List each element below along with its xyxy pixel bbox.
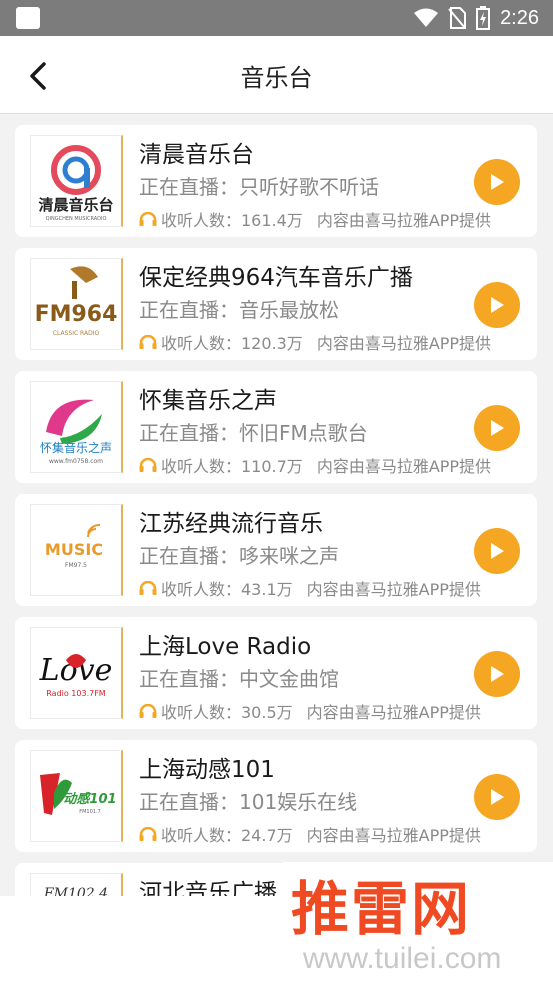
station-logo: 清晨音乐台 QINGCHEN MUSICRADIO — [30, 135, 123, 227]
logo-text: 清晨音乐台 — [38, 196, 113, 214]
station-logo: MUSIC FM97.5 — [30, 504, 123, 596]
play-button[interactable] — [474, 528, 520, 574]
station-logo: 动感101 FM101.7 — [30, 750, 123, 842]
content-source: 内容由喜马拉雅APP提供 — [306, 826, 481, 845]
logo-text: 动感101 — [63, 791, 116, 807]
logo-subtext: www.fm0758.com — [49, 458, 103, 465]
station-logo: 怀集音乐之声 www.fm0758.com — [30, 381, 123, 473]
station-name: 怀集音乐之声 — [139, 388, 277, 414]
play-button[interactable] — [474, 159, 520, 205]
bottom-area — [0, 896, 283, 983]
station-name: 河北音乐广播 — [139, 880, 277, 896]
play-icon — [491, 420, 504, 436]
headphone-icon — [139, 581, 157, 595]
station-card[interactable]: 怀集音乐之声 www.fm0758.com 怀集音乐之声 正在直播：怀旧FM点歌… — [15, 371, 537, 483]
content-source: 内容由喜马拉雅APP提供 — [306, 580, 481, 599]
station-card[interactable]: Love Radio 103.7FM 上海Love Radio 正在直播：中文金… — [15, 617, 537, 729]
station-live: 正在直播：哆来咪之声 — [139, 544, 339, 568]
listeners-count: 收听人数：120.3万 — [161, 334, 303, 353]
station-logo: FM102.4 — [30, 873, 123, 896]
content-source: 内容由喜马拉雅APP提供 — [306, 703, 481, 722]
logo-subtext: CLASSIC RADIO — [53, 330, 100, 337]
listeners-count: 收听人数：30.5万 — [161, 703, 293, 722]
logo-subtext: QINGCHEN MUSICRADIO — [46, 216, 107, 222]
notification-icon — [16, 7, 40, 29]
play-icon — [491, 789, 504, 805]
watermark: 推雷网 www.tuilei.com — [283, 862, 553, 983]
status-time: 2:26 — [500, 6, 539, 29]
play-button[interactable] — [474, 774, 520, 820]
station-logo: FM964 CLASSIC RADIO — [30, 258, 123, 350]
logo-text: FM964 — [35, 302, 118, 327]
station-meta: 收听人数：24.7万 内容由喜马拉雅APP提供 — [139, 822, 481, 846]
headphone-icon — [139, 212, 157, 226]
listeners-count: 收听人数：24.7万 — [161, 826, 293, 845]
listeners-count: 收听人数：43.1万 — [161, 580, 293, 599]
station-meta: 收听人数：110.7万 内容由喜马拉雅APP提供 — [139, 453, 491, 477]
status-icons: 2:26 — [414, 0, 539, 36]
station-meta: 收听人数：43.1万 内容由喜马拉雅APP提供 — [139, 576, 481, 600]
listeners-count: 收听人数：110.7万 — [161, 457, 303, 476]
headphone-icon — [139, 704, 157, 718]
watermark-brand: 推雷网 — [291, 875, 472, 943]
headphone-icon — [139, 335, 157, 349]
station-name: 清晨音乐台 — [139, 142, 254, 168]
station-meta: 收听人数：161.4万 内容由喜马拉雅APP提供 — [139, 207, 491, 231]
play-button[interactable] — [474, 651, 520, 697]
station-name: 江苏经典流行音乐 — [139, 511, 323, 537]
headphone-icon — [139, 458, 157, 472]
chevron-left-icon — [30, 62, 46, 90]
station-name: 上海动感101 — [139, 757, 275, 783]
station-card[interactable]: 清晨音乐台 QINGCHEN MUSICRADIO 清晨音乐台 正在直播：只听好… — [15, 125, 537, 237]
station-meta: 收听人数：120.3万 内容由喜马拉雅APP提供 — [139, 330, 491, 354]
headphone-icon — [139, 827, 157, 841]
play-icon — [491, 666, 504, 682]
station-live: 正在直播：只听好歌不听话 — [139, 175, 379, 199]
page-title: 音乐台 — [240, 63, 313, 92]
back-button[interactable] — [18, 56, 58, 96]
play-icon — [491, 297, 504, 313]
watermark-url: www.tuilei.com — [303, 942, 502, 975]
logo-subtext: FM97.5 — [65, 562, 87, 569]
station-card[interactable]: 动感101 FM101.7 上海动感101 正在直播：101娱乐在线 收听人数：… — [15, 740, 537, 852]
station-logo: Love Radio 103.7FM — [30, 627, 123, 719]
content-source: 内容由喜马拉雅APP提供 — [316, 457, 492, 476]
no-sim-icon — [448, 7, 467, 29]
battery-charging-icon — [476, 6, 491, 30]
station-list[interactable]: 清晨音乐台 QINGCHEN MUSICRADIO 清晨音乐台 正在直播：只听好… — [0, 114, 553, 896]
station-card[interactable]: FM964 CLASSIC RADIO 保定经典964汽车音乐广播 正在直播：音… — [15, 248, 537, 360]
play-button[interactable] — [474, 282, 520, 328]
wifi-icon — [414, 8, 439, 27]
station-name: 保定经典964汽车音乐广播 — [139, 265, 413, 291]
station-name: 上海Love Radio — [139, 634, 312, 660]
logo-text: MUSIC — [45, 540, 103, 559]
station-meta: 收听人数：30.5万 内容由喜马拉雅APP提供 — [139, 699, 481, 723]
content-source: 内容由喜马拉雅APP提供 — [316, 334, 492, 353]
play-icon — [491, 174, 504, 190]
listeners-count: 收听人数：161.4万 — [161, 211, 303, 230]
logo-subtext: Radio 103.7FM — [46, 689, 106, 698]
play-button[interactable] — [474, 405, 520, 451]
title-bar: 音乐台 — [0, 36, 553, 114]
station-card[interactable]: MUSIC FM97.5 江苏经典流行音乐 正在直播：哆来咪之声 收听人数：43… — [15, 494, 537, 606]
logo-text: 怀集音乐之声 — [40, 440, 112, 455]
play-icon — [491, 543, 504, 559]
station-live: 正在直播：中文金曲馆 — [139, 667, 339, 691]
station-live: 正在直播：音乐最放松 — [139, 298, 339, 322]
status-bar: 2:26 — [0, 0, 553, 36]
station-live: 正在直播：101娱乐在线 — [139, 790, 358, 814]
station-live: 正在直播：怀旧FM点歌台 — [139, 421, 368, 445]
logo-subtext: FM101.7 — [79, 809, 101, 815]
logo-text: FM102.4 — [43, 886, 108, 896]
content-source: 内容由喜马拉雅APP提供 — [316, 211, 492, 230]
